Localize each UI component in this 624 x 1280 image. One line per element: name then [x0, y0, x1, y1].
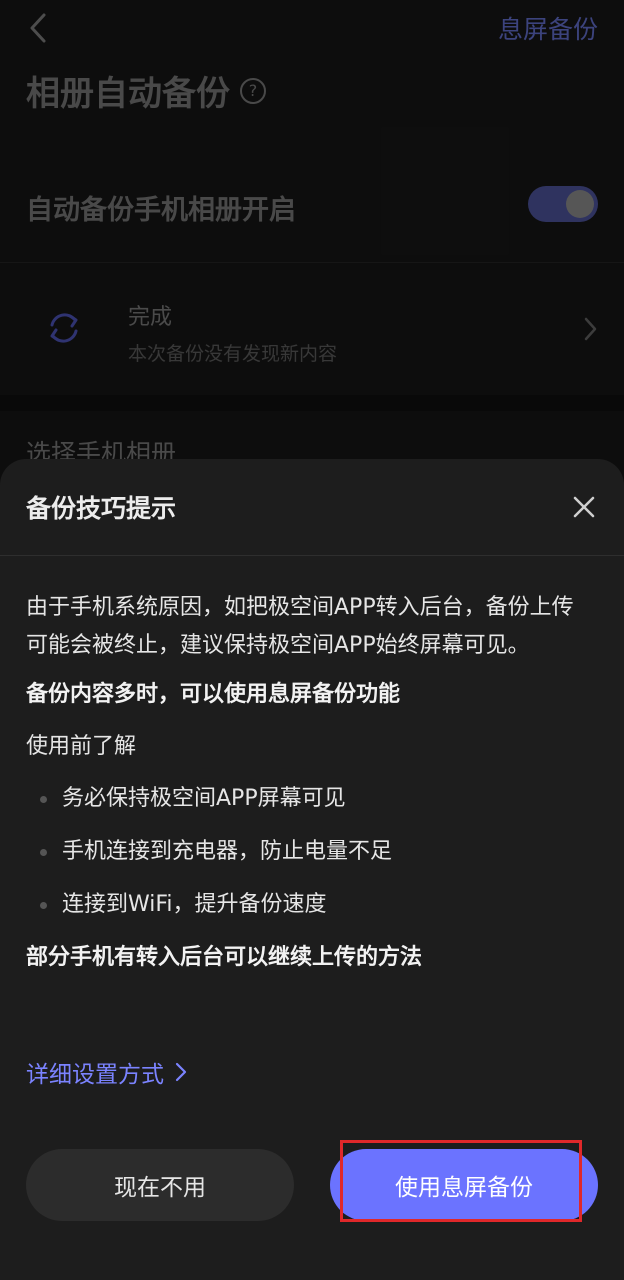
chevron-right-icon — [175, 1062, 187, 1082]
bullet-dot — [40, 796, 47, 803]
screen: 息屏备份 相册自动备份 ? 自动备份手机相册开启 完成 本次备份没有发现新内容 … — [0, 0, 624, 1280]
sheet-body: 由于手机系统原因，如把极空间APP转入后台，备份上传可能会被终止，建议保持极空间… — [26, 589, 586, 992]
sheet-header: 备份技巧提示 — [0, 459, 624, 556]
bullet-text: 手机连接到充电器，防止电量不足 — [62, 839, 393, 864]
sheet-title: 备份技巧提示 — [26, 494, 177, 523]
list-item: 连接到WiFi，提升备份速度 — [26, 887, 586, 923]
close-icon[interactable] — [568, 491, 600, 523]
bullet-dot — [40, 849, 47, 856]
list-item: 手机连接到充电器，防止电量不足 — [26, 834, 586, 870]
backup-tips-sheet: 备份技巧提示 由于手机系统原因，如把极空间APP转入后台，备份上传可能会被终止，… — [0, 459, 624, 1280]
tip-heading: 备份内容多时，可以使用息屏备份功能 — [26, 682, 401, 707]
use-screen-off-backup-button[interactable]: 使用息屏备份 — [330, 1149, 598, 1221]
bullet-dot — [40, 902, 47, 909]
before-use-label: 使用前了解 — [26, 734, 137, 759]
bullet-text: 务必保持极空间APP屏幕可见 — [62, 786, 346, 811]
detail-settings-label: 详细设置方式 — [26, 1062, 164, 1088]
bullet-text: 连接到WiFi，提升备份速度 — [62, 892, 327, 917]
list-item: 务必保持极空间APP屏幕可见 — [26, 781, 586, 817]
background-heading: 部分手机有转入后台可以继续上传的方法 — [26, 945, 423, 970]
detail-settings-link[interactable]: 详细设置方式 — [26, 1055, 188, 1089]
intro-text: 由于手机系统原因，如把极空间APP转入后台，备份上传可能会被终止，建议保持极空间… — [26, 595, 574, 658]
not-now-button[interactable]: 现在不用 — [26, 1149, 294, 1221]
